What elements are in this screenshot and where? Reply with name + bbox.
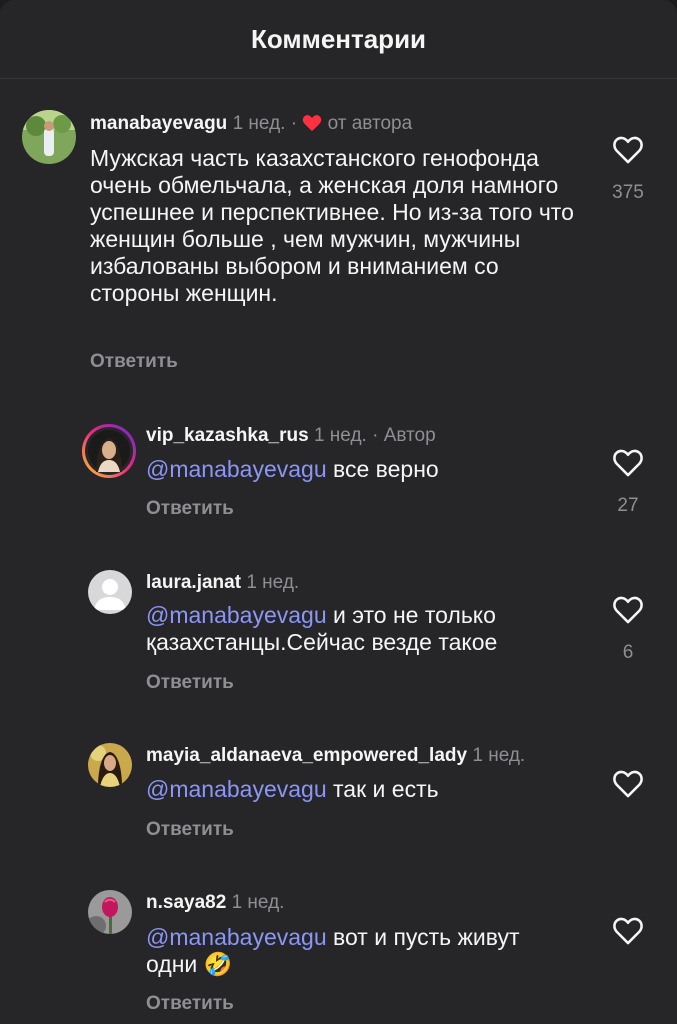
- timestamp: 1 нед.: [232, 113, 286, 134]
- reply-button[interactable]: Ответить: [146, 993, 234, 1015]
- comment-meta: laura.janat 1 нед.: [146, 572, 299, 594]
- comment-meta: n.saya82 1 нед.: [146, 892, 284, 914]
- comment-meta: mayia_aldanaeva_empowered_lady 1 нед.: [146, 745, 525, 767]
- comment-text: @manabayevagu так и есть: [146, 776, 586, 803]
- heart-outline-icon[interactable]: [611, 446, 645, 480]
- avatar[interactable]: [88, 743, 132, 787]
- comment-text: @manabayevagu вот и пусть живут одни 🤣: [146, 924, 586, 978]
- timestamp: 1 нед.: [231, 892, 285, 913]
- username[interactable]: n.saya82: [146, 892, 226, 913]
- page-title: Комментарии: [250, 24, 427, 54]
- comment-text: @manabayevagu все верно: [146, 456, 586, 483]
- author-badge: Автор: [383, 425, 436, 446]
- avatar[interactable]: [88, 570, 132, 614]
- separator: ·: [372, 425, 379, 446]
- heart-outline-icon[interactable]: [611, 133, 645, 167]
- like-count: 6: [622, 642, 634, 663]
- avatar[interactable]: [82, 424, 136, 478]
- reply-button[interactable]: Ответить: [90, 351, 178, 373]
- comment-body: и это не только: [326, 602, 496, 628]
- timestamp: 1 нед.: [472, 745, 526, 766]
- comment-body: одни 🤣: [146, 951, 233, 977]
- comment-text: @manabayevagu и это не только қазахстанц…: [146, 602, 586, 656]
- heart-outline-icon[interactable]: [611, 593, 645, 627]
- timestamp: 1 нед.: [246, 572, 300, 593]
- reply-button[interactable]: Ответить: [146, 672, 234, 694]
- comment-body: так и есть: [326, 776, 439, 802]
- heart-outline-icon[interactable]: [611, 767, 645, 801]
- like-count: 27: [617, 495, 639, 516]
- comments-header: Комментарии: [0, 0, 677, 79]
- reply-button[interactable]: Ответить: [146, 819, 234, 841]
- avatar[interactable]: [88, 890, 132, 934]
- like-count: 375: [612, 182, 644, 203]
- comment-meta: manabayevagu 1 нед. · от автора: [90, 113, 412, 138]
- username[interactable]: laura.janat: [146, 572, 241, 593]
- heart-filled-icon: [302, 114, 322, 138]
- reply-button[interactable]: Ответить: [146, 498, 234, 520]
- comment-body: вот и пусть живут: [326, 924, 520, 950]
- timestamp: 1 нед.: [313, 425, 367, 446]
- heart-outline-icon[interactable]: [611, 914, 645, 948]
- separator: ·: [290, 113, 298, 134]
- username[interactable]: manabayevagu: [90, 113, 227, 134]
- username[interactable]: mayia_aldanaeva_empowered_lady: [146, 745, 467, 766]
- avatar[interactable]: [22, 110, 76, 164]
- comment-meta: vip_kazashka_rus 1 нед. · Автор: [146, 425, 436, 447]
- mention-link[interactable]: @manabayevagu: [146, 602, 327, 628]
- mention-link[interactable]: @manabayevagu: [146, 776, 327, 802]
- username[interactable]: vip_kazashka_rus: [146, 425, 309, 446]
- liked-by-author-label: от автора: [327, 113, 413, 134]
- comments-sheet: Комментарии manabayevagu 1 нед. · от авт…: [0, 0, 677, 1024]
- comment-text: Мужская часть казахстанского генофонда о…: [90, 145, 574, 306]
- mention-link[interactable]: @manabayevagu: [146, 924, 327, 950]
- mention-link[interactable]: @manabayevagu: [146, 456, 327, 482]
- comment-body: все верно: [326, 456, 439, 482]
- comment-body: қазахстанцы.Сейчас везде такое: [146, 629, 498, 655]
